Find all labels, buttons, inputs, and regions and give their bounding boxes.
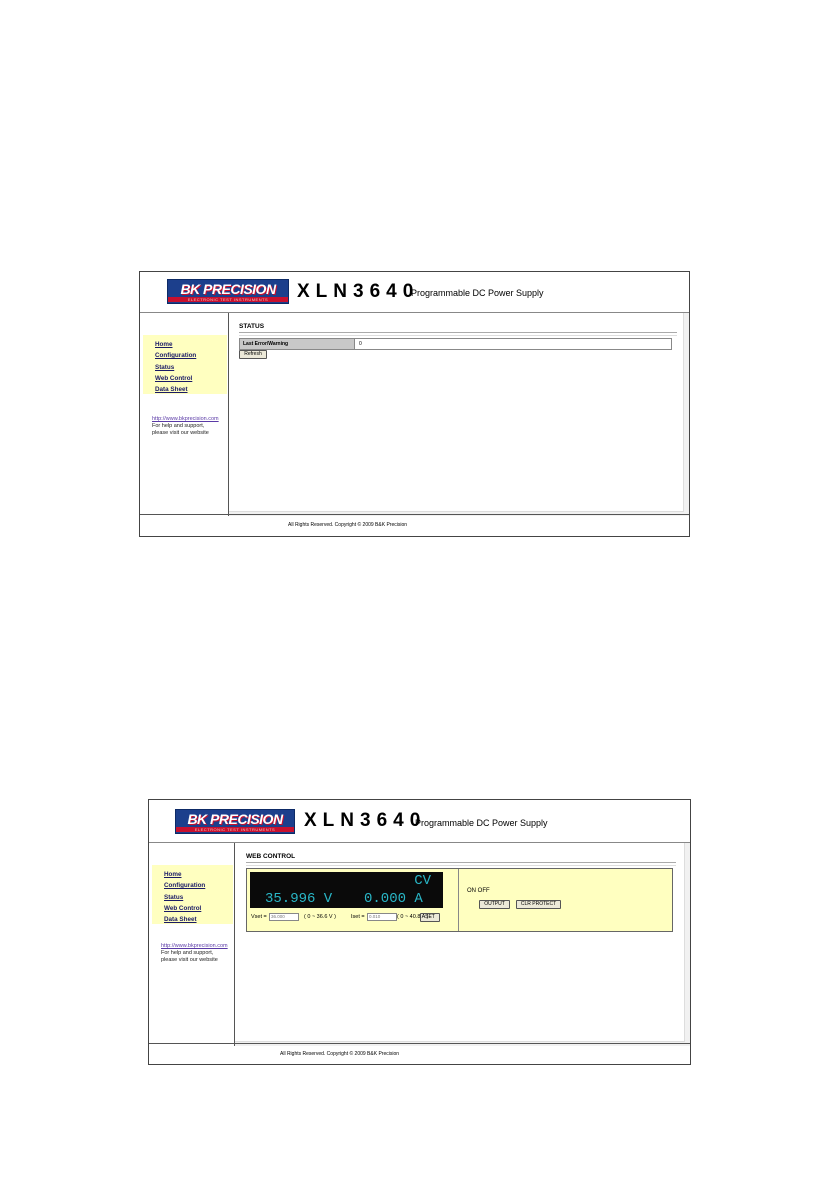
status-screenshot: BK PRECISION ELECTRONIC TEST INSTRUMENTS… [139,271,690,537]
iset-input[interactable]: 0.010 [367,913,397,921]
model-name: XLN3640 [297,281,420,302]
last-error-label: Last Error/Warning [240,339,355,349]
nav-menu: Home Configuration Status Web Control Da… [152,865,233,924]
nav-configuration[interactable]: Configuration [155,350,227,361]
lcd-display: CV 35.996 V 0.000 A [250,872,443,908]
status-table: Last Error/Warning 0 [239,338,672,350]
nav-configuration[interactable]: Configuration [164,880,233,891]
nav-menu: Home Configuration Status Web Control Da… [143,335,227,394]
web-control-screenshot: BK PRECISION ELECTRONIC TEST INSTRUMENTS… [148,799,691,1065]
logo-text: BK PRECISION [180,281,276,297]
main-content: WEB CONTROL CV 35.996 V 0.000 A Vset = 3… [235,843,690,1046]
model-name: XLN3640 [304,810,427,831]
header: BK PRECISION ELECTRONIC TEST INSTRUMENTS… [140,272,689,313]
title-divider [246,862,676,866]
nav-home[interactable]: Home [155,339,227,350]
vset-range: ( 0 ~ 36.6 V ) [304,914,336,920]
refresh-button[interactable]: Refresh [239,350,267,359]
help-line-1: For help and support, [161,950,214,956]
logo-subtext: ELECTRONIC TEST INSTRUMENTS [168,297,288,302]
copyright-text: All Rights Reserved. Copyright © 2009 B&… [288,522,408,528]
vertical-scrollbar[interactable] [683,313,689,516]
website-link[interactable]: http://www.bkprecision.com [152,416,219,422]
sidebar: Home Configuration Status Web Control Da… [140,313,229,516]
clr-protect-button[interactable]: CLR PROTECT [516,900,561,909]
vset-label: Vset = [251,914,267,920]
sidebar: Home Configuration Status Web Control Da… [149,843,235,1046]
output-button[interactable]: OUTPUT [479,900,510,909]
copyright-text: All Rights Reserved. Copyright © 2009 B&… [280,1051,400,1057]
title-divider [239,332,677,336]
logo-text: BK PRECISION [187,811,283,827]
voltage-readout: 35.996 V [265,891,333,907]
main-content: STATUS Last Error/Warning 0 Refresh [229,313,689,516]
nav-web-control[interactable]: Web Control [155,373,227,384]
mode-readout: CV [414,873,431,889]
vset-input[interactable]: 36.000 [269,913,299,921]
website-link[interactable]: http://www.bkprecision.com [161,943,228,949]
nav-data-sheet[interactable]: Data Sheet [164,914,233,925]
help-line-2: please visit our website [161,956,218,963]
current-readout: 0.000 A [364,891,423,907]
vertical-scrollbar[interactable] [684,843,690,1046]
iset-label: Iset = [351,914,365,920]
footer: All Rights Reserved. Copyright © 2009 B&… [149,1043,690,1064]
logo-subtext: ELECTRONIC TEST INSTRUMENTS [176,827,294,832]
page-title: WEB CONTROL [246,853,296,860]
control-panel: CV 35.996 V 0.000 A Vset = 36.000 ( 0 ~ … [246,868,673,932]
on-off-indicator: ON OFF [467,888,490,894]
help-text: For help and support, please visit our w… [152,423,209,436]
help-text: For help and support, please visit our w… [161,950,218,963]
footer: All Rights Reserved. Copyright © 2009 B&… [140,514,689,536]
nav-web-control[interactable]: Web Control [164,903,233,914]
panel-divider [458,869,459,931]
help-line-1: For help and support, [152,423,205,429]
header: BK PRECISION ELECTRONIC TEST INSTRUMENTS… [149,800,690,843]
last-error-value: 0 [359,341,362,347]
product-subtitle: Programmable DC Power Supply [411,288,544,298]
product-subtitle: Programmable DC Power Supply [415,818,548,828]
iset-range: ( 0 ~ 40.8 A ) [397,914,429,920]
nav-data-sheet[interactable]: Data Sheet [155,384,227,395]
nav-status[interactable]: Status [164,892,233,903]
page-title: STATUS [239,323,265,330]
help-line-2: please visit our website [152,429,209,436]
bk-precision-logo: BK PRECISION ELECTRONIC TEST INSTRUMENTS [175,809,295,834]
bk-precision-logo: BK PRECISION ELECTRONIC TEST INSTRUMENTS [167,279,289,304]
nav-home[interactable]: Home [164,869,233,880]
nav-status[interactable]: Status [155,362,227,373]
